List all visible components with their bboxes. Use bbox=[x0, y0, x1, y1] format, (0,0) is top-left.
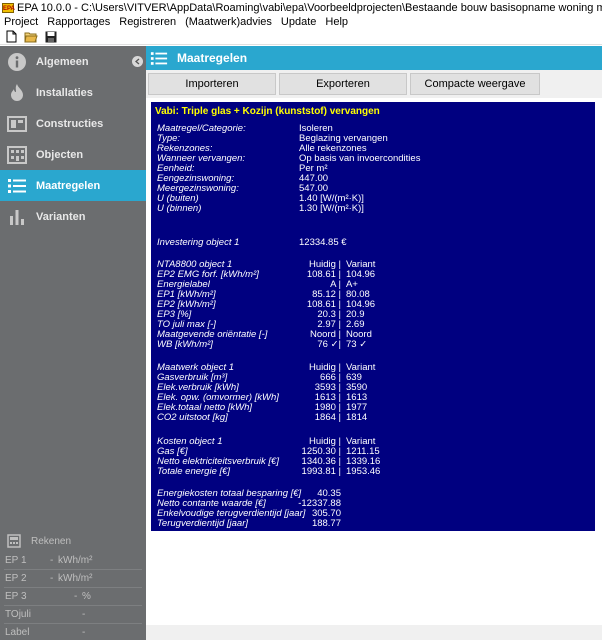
result-unit: kWh/m² bbox=[58, 555, 93, 566]
collapse-sidebar-button[interactable] bbox=[132, 56, 143, 67]
sidebar-item-varianten[interactable]: Varianten bbox=[0, 201, 146, 232]
huidig-value: 1864 | bbox=[314, 412, 341, 423]
result-unit: % bbox=[82, 591, 91, 602]
menu-bar: Project Rapportages Registreren (Maatwer… bbox=[0, 15, 602, 29]
measure-detail-panel: Vabi: Triple glas + Kozijn (kunststof) v… bbox=[151, 102, 595, 531]
construction-icon bbox=[6, 113, 28, 135]
sidebar-item-algemeen[interactable]: Algemeen bbox=[0, 46, 146, 77]
result-value: - bbox=[74, 591, 78, 602]
detail-label: U (binnen) bbox=[157, 203, 202, 214]
compacte-weergave-button[interactable]: Compacte weergave bbox=[410, 73, 540, 95]
menu-registreren[interactable]: Registreren bbox=[115, 16, 181, 28]
kosten-row: Totale energie [€] 1993.81 | 1953.46 bbox=[151, 466, 595, 477]
result-row-label: Label - bbox=[0, 624, 146, 640]
result-value: - bbox=[50, 573, 54, 584]
info-icon bbox=[6, 51, 28, 73]
page-header: Maatregelen bbox=[146, 46, 602, 70]
summary-row: Terugverdientijd [jaar] 188.77 bbox=[151, 518, 595, 529]
building-icon bbox=[6, 144, 28, 166]
save-icon[interactable] bbox=[44, 30, 58, 44]
new-file-icon[interactable] bbox=[4, 30, 18, 44]
investering-value: 12334.85 € bbox=[299, 237, 347, 248]
variant-value: 73 ✓ bbox=[346, 339, 368, 350]
action-bar: Importeren Exporteren Compacte weergave bbox=[146, 70, 602, 98]
flame-icon bbox=[6, 82, 28, 104]
sidebar-item-objecten[interactable]: Objecten bbox=[0, 139, 146, 170]
result-row-ep1: EP 1 - kWh/m² bbox=[0, 552, 146, 570]
variant-value: 1814 bbox=[346, 412, 368, 423]
result-label: TOjuli bbox=[5, 609, 31, 620]
summary-value: 188.77 bbox=[311, 518, 341, 529]
rekenen-label: Rekenen bbox=[31, 535, 72, 547]
investering-label: Investering object 1 bbox=[157, 237, 240, 248]
content-area: Vabi: Triple glas + Kozijn (kunststof) v… bbox=[146, 98, 602, 640]
list-icon bbox=[6, 175, 28, 197]
row-label: WB [kWh/m²] bbox=[157, 339, 213, 350]
sidebar-item-label: Installaties bbox=[36, 86, 93, 99]
page-title: Maatregelen bbox=[177, 51, 248, 65]
sidebar-item-maatregelen[interactable]: Maatregelen bbox=[0, 170, 146, 201]
rekenen-button[interactable]: Rekenen bbox=[0, 530, 146, 552]
detail-value: 1.30 [W/(m²·K)] bbox=[299, 203, 364, 214]
toolbar bbox=[0, 29, 602, 45]
list-icon bbox=[149, 50, 169, 66]
sidebar-item-label: Maatregelen bbox=[36, 179, 101, 192]
sidebar-item-constructies[interactable]: Constructies bbox=[0, 108, 146, 139]
window-title: EPA 10.0.0 - C:\Users\VITVER\AppData\Roa… bbox=[17, 1, 602, 14]
exporteren-button[interactable]: Exporteren bbox=[279, 73, 407, 95]
calculator-icon bbox=[7, 534, 21, 548]
menu-update[interactable]: Update bbox=[277, 16, 321, 28]
summary-label: Terugverdientijd [jaar] bbox=[157, 518, 249, 529]
result-unit: kWh/m² bbox=[58, 573, 93, 584]
importeren-button[interactable]: Importeren bbox=[148, 73, 276, 95]
title-bar: EPA EPA 10.0.0 - C:\Users\VITVER\AppData… bbox=[0, 0, 602, 15]
huidig-value: 76 ✓| bbox=[317, 339, 341, 350]
maatwerk-row: CO2 uitstoot [kg] 1864 | 1814 bbox=[151, 412, 595, 423]
result-row-ep3: EP 3 - % bbox=[0, 588, 146, 606]
result-label: EP 3 bbox=[5, 591, 27, 602]
sidebar-item-label: Constructies bbox=[36, 117, 104, 130]
nta-row: WB [kWh/m²] 76 ✓| 73 ✓ bbox=[151, 339, 595, 350]
huidig-value: 1993.81 | bbox=[301, 466, 341, 477]
measure-title: Vabi: Triple glas + Kozijn (kunststof) v… bbox=[155, 106, 380, 117]
menu-rapportages[interactable]: Rapportages bbox=[43, 16, 115, 28]
result-value: - bbox=[82, 609, 86, 620]
result-row-ep2: EP 2 - kWh/m² bbox=[0, 570, 146, 588]
result-value: - bbox=[82, 627, 86, 638]
result-label: Label bbox=[5, 627, 30, 638]
open-folder-icon[interactable] bbox=[24, 30, 38, 44]
result-value: - bbox=[50, 555, 54, 566]
investering-row: Investering object 1 12334.85 € bbox=[151, 237, 595, 248]
row-label: CO2 uitstoot [kg] bbox=[157, 412, 228, 423]
result-row-tojuli: TOjuli - bbox=[0, 606, 146, 624]
result-label: EP 2 bbox=[5, 573, 27, 584]
sidebar: Algemeen Installaties Constructies Objec… bbox=[0, 46, 146, 640]
variant-value: 1953.46 bbox=[346, 466, 381, 477]
horizontal-scrollbar[interactable] bbox=[146, 625, 602, 640]
menu-project[interactable]: Project bbox=[0, 16, 43, 28]
result-label: EP 1 bbox=[5, 555, 27, 566]
menu-maatwerkadvies[interactable]: (Maatwerk)advies bbox=[181, 16, 277, 28]
app-logo: EPA bbox=[2, 2, 15, 13]
menu-help[interactable]: Help bbox=[321, 16, 353, 28]
sidebar-item-label: Algemeen bbox=[36, 55, 89, 68]
sidebar-item-label: Varianten bbox=[36, 210, 86, 223]
sidebar-item-installaties[interactable]: Installaties bbox=[0, 77, 146, 108]
row-label: Totale energie [€] bbox=[157, 466, 231, 477]
sidebar-item-label: Objecten bbox=[36, 148, 84, 161]
detail-row: U (binnen) 1.30 [W/(m²·K)] bbox=[151, 203, 595, 214]
bar-chart-icon bbox=[6, 206, 28, 228]
